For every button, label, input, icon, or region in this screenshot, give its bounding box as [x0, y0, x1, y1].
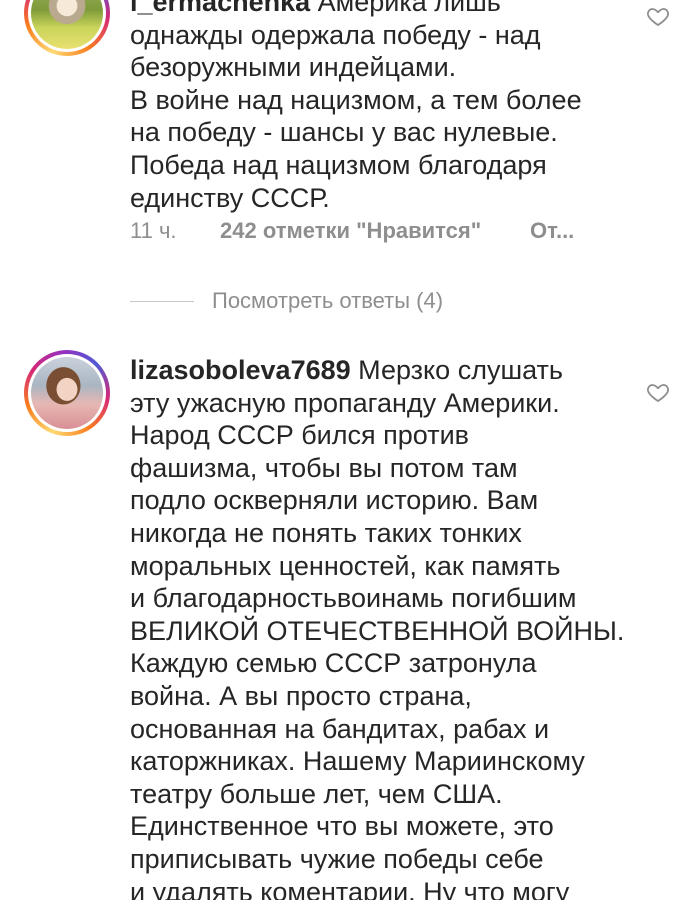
avatar-photo	[31, 357, 103, 429]
heart-outline-icon[interactable]	[646, 380, 670, 404]
comment-likes[interactable]: 242 отметки "Нравится"	[220, 218, 530, 244]
heart-outline-icon[interactable]	[646, 4, 670, 28]
view-replies-label: Посмотреть ответы (4)	[212, 288, 444, 313]
view-replies-button[interactable]: Посмотреть ответы (4)	[130, 288, 443, 314]
avatar[interactable]	[24, 350, 110, 436]
reply-button[interactable]: От...	[530, 218, 574, 244]
comment-time: 11 ч.	[130, 218, 177, 243]
avatar[interactable]	[24, 0, 110, 56]
comment-username[interactable]: l_ermachenka	[130, 0, 310, 17]
comment-body: l_ermachenka Америка лишь однажды одержа…	[130, 0, 630, 214]
comment-2: lizasoboleva7689 Мерзко слушать эту ужас…	[0, 350, 700, 900]
comment-username[interactable]: lizasoboleva7689	[130, 355, 351, 385]
comment-body: lizasoboleva7689 Мерзко слушать эту ужас…	[130, 355, 625, 900]
divider	[130, 300, 194, 302]
comment-meta: 11 ч. 242 отметки "Нравится" От...	[130, 218, 574, 244]
avatar-photo	[31, 0, 103, 49]
comment-1: l_ermachenka Америка лишь однажды одержа…	[0, 0, 700, 260]
